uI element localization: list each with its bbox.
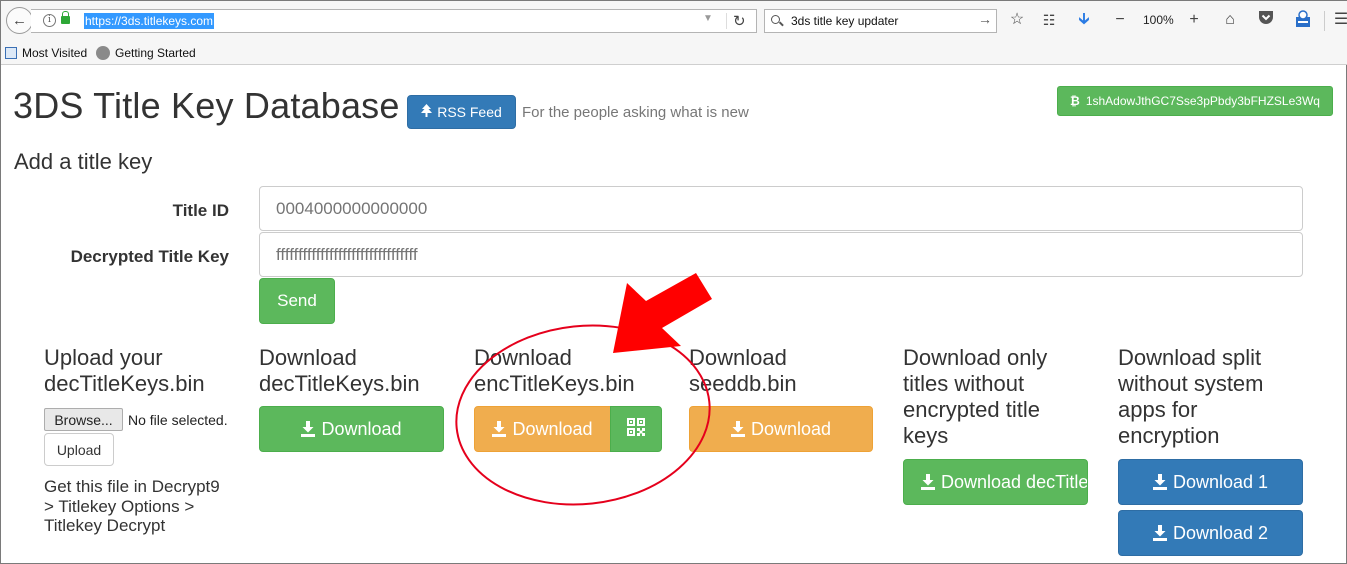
tree-icon: [421, 104, 433, 120]
zoom-level[interactable]: 100%: [1143, 13, 1174, 27]
split-title: Download split without system apps for e…: [1118, 345, 1264, 448]
download-label: Download: [321, 418, 402, 439]
bitcoin-icon: ₿: [1070, 94, 1080, 108]
browser-toolbar: ← i https://3ds.titlekeys.com ▼ ↻ 3ds ti…: [1, 1, 1347, 41]
star-icon[interactable]: ☆: [1007, 10, 1027, 30]
send-button[interactable]: Send: [259, 278, 335, 324]
tagline: For the people asking what is new: [522, 104, 749, 121]
download-dec-button[interactable]: Download: [259, 406, 444, 452]
home-icon[interactable]: ⌂: [1220, 10, 1240, 30]
bookmark-label: Most Visited: [22, 46, 88, 60]
divider: [1324, 11, 1325, 31]
section-title: Add a title key: [14, 149, 153, 174]
search-go-icon[interactable]: →: [978, 11, 992, 27]
download-icon: [492, 421, 507, 437]
minus-icon[interactable]: −: [1110, 10, 1130, 30]
download-label: Download 2: [1172, 522, 1269, 543]
chevron-down-icon[interactable]: ▼: [703, 13, 713, 24]
hamburger-menu-icon[interactable]: ☰: [1331, 10, 1347, 30]
extension-icon[interactable]: [1293, 10, 1313, 34]
page-title: 3DS Title Key Database: [13, 85, 400, 126]
seed-title: Download seeddb.bin: [689, 345, 797, 396]
search-input[interactable]: 3ds title key updater: [791, 14, 898, 28]
download-split-1-button[interactable]: Download 1: [1118, 459, 1303, 505]
url-bar[interactable]: i https://3ds.titlekeys.com ▼ ↻: [31, 9, 757, 33]
reload-icon[interactable]: ↻: [733, 12, 746, 30]
help-text: Get this file in Decrypt9 > Titlekey Opt…: [44, 477, 220, 535]
info-icon[interactable]: i: [43, 14, 56, 27]
download-label: Download: [512, 418, 593, 439]
download-label: Download 1: [1172, 471, 1269, 492]
bitcoin-address: 1shAdowJthGC7Sse3pPbdy3bFHZSLe3Wq: [1085, 94, 1320, 108]
title-id-input[interactable]: [259, 186, 1303, 231]
title-id-label: Title ID: [172, 201, 229, 220]
url-text[interactable]: https://3ds.titlekeys.com: [84, 13, 215, 29]
file-status: No file selected.: [128, 412, 228, 428]
bookmark-getting-started[interactable]: Getting Started: [96, 46, 196, 60]
download-icon: [1152, 474, 1167, 490]
bookmark-label: Getting Started: [115, 46, 196, 60]
globe-icon: [96, 46, 110, 60]
rss-feed-label: RSS Feed: [437, 104, 502, 120]
search-icon: [771, 15, 780, 24]
enc-title: Download encTitleKeys.bin: [474, 345, 635, 396]
download-enc-button[interactable]: Download: [474, 406, 611, 452]
qr-code-button[interactable]: [610, 406, 662, 452]
page-content: 3DS Title Key Database RSS Feed For the …: [1, 66, 1347, 564]
upload-button[interactable]: Upload: [44, 433, 114, 466]
most-visited-icon: [5, 47, 17, 59]
download-icon: [1152, 525, 1167, 541]
download-icon: [301, 421, 316, 437]
upload-title: Upload your decTitleKeys.bin: [44, 345, 205, 396]
download-label: Download decTitle: [941, 471, 1088, 492]
rss-feed-button[interactable]: RSS Feed: [407, 95, 516, 129]
reading-list-icon[interactable]: ☷: [1039, 10, 1059, 30]
browse-button[interactable]: Browse...: [44, 408, 123, 431]
download-seed-button[interactable]: Download: [689, 406, 873, 452]
download-only-titles-button[interactable]: Download decTitle: [903, 459, 1088, 505]
decrypted-key-label: Decrypted Title Key: [70, 247, 229, 266]
decrypted-key-input[interactable]: [259, 232, 1303, 277]
download-icon: [921, 474, 935, 490]
only-titles-title: Download only titles without encrypted t…: [903, 345, 1048, 448]
download-split-2-button[interactable]: Download 2: [1118, 510, 1303, 556]
dec-title: Download decTitleKeys.bin: [259, 345, 420, 396]
download-icon: [730, 421, 745, 437]
download-arrow-icon[interactable]: 🡳: [1074, 10, 1094, 30]
download-label: Download: [750, 418, 832, 439]
search-bar[interactable]: 3ds title key updater →: [764, 9, 997, 33]
lock-icon: [61, 11, 70, 24]
bitcoin-address-button[interactable]: ₿ 1shAdowJthGC7Sse3pPbdy3bFHZSLe3Wq: [1057, 86, 1333, 116]
bookmark-most-visited[interactable]: Most Visited: [5, 46, 87, 60]
bookmarks-toolbar: Most Visited Getting Started: [1, 41, 1347, 65]
pocket-icon[interactable]: [1256, 10, 1276, 31]
divider: [726, 13, 727, 29]
plus-icon[interactable]: +: [1184, 10, 1204, 30]
back-arrow-icon[interactable]: ←: [6, 7, 33, 34]
qr-code-icon: [627, 417, 645, 441]
